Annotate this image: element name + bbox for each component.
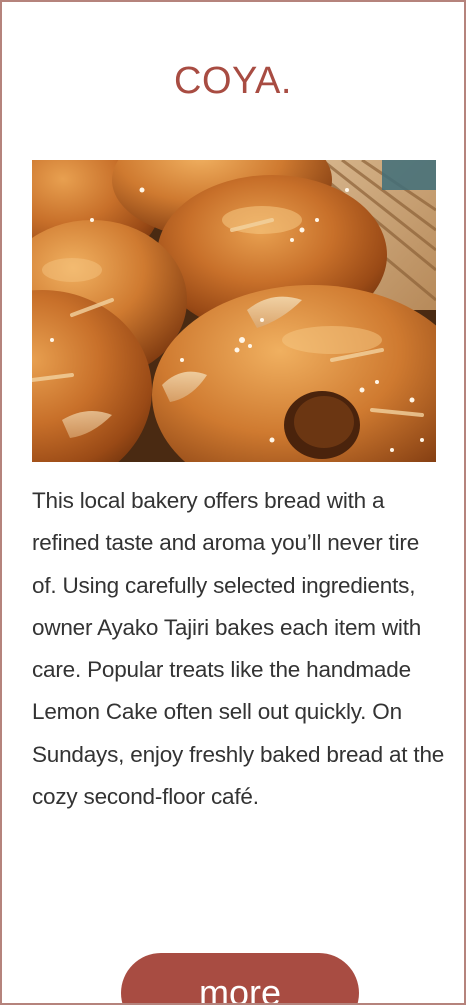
shop-description: This local bakery offers bread with a re… [32, 488, 445, 810]
bagel-basket-photo [32, 160, 436, 462]
shop-name: COYA. [174, 60, 292, 102]
more-button[interactable]: more [121, 953, 359, 1003]
shop-card: COYA. This local bakery offers bread wit… [0, 0, 466, 1005]
